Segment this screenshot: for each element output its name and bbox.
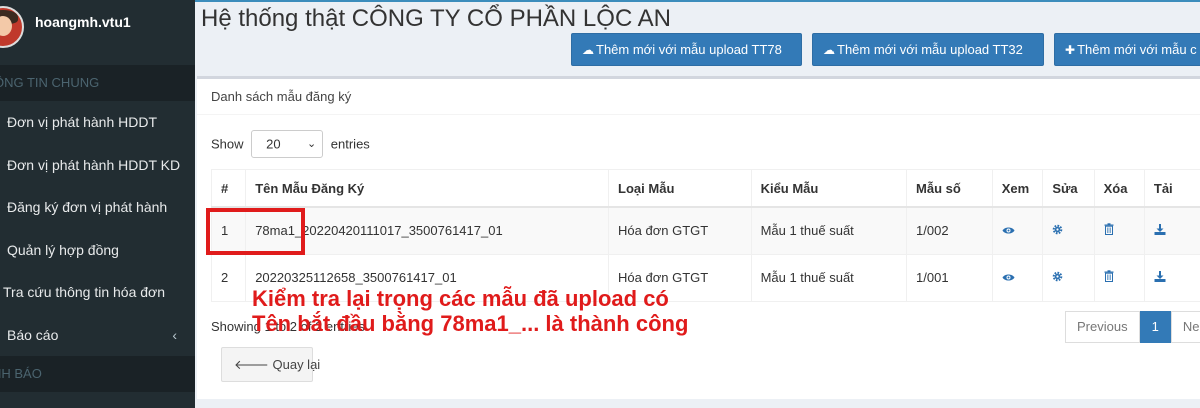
download-icon[interactable]	[1154, 224, 1166, 238]
col-header-tai: Tải	[1143, 169, 1200, 208]
cell-mau-so: 1/002	[906, 206, 993, 255]
button-label: Thêm mới với mẫu upload TT78	[596, 42, 782, 57]
col-header-loai[interactable]: Loại Mẫu	[608, 169, 752, 208]
cell-tai	[1143, 206, 1200, 255]
sidebar-item-label: Đăng ký đơn vị phát hành	[7, 199, 168, 215]
button-label: Thêm mới với mẫu c	[1077, 42, 1197, 57]
col-header-kieu[interactable]: Kiểu Mẫu	[750, 169, 908, 208]
cell-kieu: Mẫu 1 thuế suất	[750, 253, 908, 302]
annotation-text: Kiểm tra lại trọng các mẫu đã upload có …	[252, 286, 688, 336]
plus-icon: ✚	[1065, 43, 1076, 57]
sidebar-item-hop-dong[interactable]: Quản lý hợp đồng	[0, 229, 195, 272]
eye-icon[interactable]	[1002, 271, 1015, 285]
sidebar: hoangmh.vtu1 ÔNG TIN CHUNG Đơn vị phát h…	[0, 0, 195, 408]
cell-xoa	[1093, 206, 1145, 255]
cell-tai	[1143, 253, 1200, 302]
cell-kieu: Mẫu 1 thuế suất	[750, 206, 908, 255]
sidebar-item-don-vi-phat-hanh[interactable]: Đơn vị phát hành HDDT	[0, 101, 195, 144]
main-content: Hệ thống thật CÔNG TY CỔ PHẦN LỘC AN ☁ Th…	[195, 0, 1200, 408]
cell-sua	[1042, 206, 1095, 255]
cell-xem	[991, 253, 1044, 302]
cell-no: 2	[210, 253, 247, 302]
upload-tt32-button[interactable]: ☁ Thêm mới với mẫu upload TT32	[812, 33, 1044, 66]
box-title: Danh sách mẫu đăng ký	[197, 79, 1200, 115]
cell-mau-so: 1/001	[906, 253, 993, 302]
cell-xem	[991, 206, 1044, 255]
cloud-upload-icon: ☁	[582, 43, 594, 57]
sidebar-section-general: ÔNG TIN CHUNG	[0, 65, 195, 101]
user-panel: hoangmh.vtu1	[0, 0, 195, 65]
top-border	[195, 0, 1200, 2]
table-header-row: # Tên Mẫu Đăng Ký Loại Mẫu Kiểu Mẫu Mẫu …	[210, 169, 1200, 208]
col-header-no[interactable]: #	[210, 169, 247, 208]
eye-icon[interactable]	[1002, 224, 1015, 238]
template-list-box: Danh sách mẫu đăng ký Show 20 ⌄ entries #…	[197, 76, 1200, 399]
previous-page-button[interactable]: Previous	[1065, 311, 1140, 343]
sidebar-item-label: Quản lý hợp đồng	[7, 241, 119, 258]
trash-icon[interactable]	[1104, 223, 1114, 238]
sidebar-item-label: Đơn vị phát hành HDDT	[7, 114, 158, 130]
annotation-line-2: Tên bắt đầu bằng 78ma1_... là thành công	[252, 311, 689, 336]
sidebar-item-bao-cao[interactable]: Báo cáo ‹	[0, 314, 195, 357]
sidebar-item-tra-cuu[interactable]: Tra cứu thông tin hóa đơn	[0, 271, 195, 314]
table-row: 1 78ma1_20220420111017_3500761417_01 Hóa…	[210, 206, 1200, 255]
sidebar-item-label: Tra cứu thông tin hóa đơn	[3, 284, 166, 300]
chevron-down-icon: ⌄	[306, 138, 317, 150]
sidebar-item-label: Báo cáo	[7, 326, 59, 343]
back-button-label: Quay lại	[272, 357, 321, 372]
upload-tt78-button[interactable]: ☁ Thêm mới với mẫu upload TT78	[571, 33, 802, 66]
back-button[interactable]: 🡐 Quay lại	[221, 347, 320, 382]
trash-icon[interactable]	[1104, 270, 1114, 285]
pagination: Previous 1 Ne	[1065, 311, 1200, 343]
gear-icon[interactable]	[1052, 271, 1063, 285]
username: hoangmh.vtu1	[35, 14, 131, 30]
cell-sua	[1042, 253, 1095, 302]
chevron-left-icon: ‹	[172, 326, 177, 343]
gear-icon[interactable]	[1052, 224, 1063, 238]
page-size-select[interactable]: 20 ⌄	[251, 130, 324, 158]
page-1-button[interactable]: 1	[1139, 311, 1171, 343]
col-header-xem: Xem	[991, 169, 1044, 208]
next-page-button[interactable]: Ne	[1170, 311, 1200, 343]
sidebar-section-warning: NH BÁO	[0, 356, 195, 392]
template-table: # Tên Mẫu Đăng Ký Loại Mẫu Kiểu Mẫu Mẫu …	[210, 169, 1200, 302]
page-size-control: Show 20 ⌄ entries	[211, 130, 370, 158]
col-header-mau-so[interactable]: Mẫu số	[906, 169, 993, 208]
button-label: Thêm mới với mẫu upload TT32	[837, 42, 1023, 57]
avatar[interactable]	[0, 6, 24, 48]
annotation-highlight-box	[206, 208, 305, 255]
sidebar-item-label: Đơn vị phát hành HDDT KD	[7, 156, 181, 173]
col-header-sua: Sửa	[1042, 169, 1095, 208]
page-size-value: 20	[266, 136, 281, 152]
annotation-line-1: Kiểm tra lại trọng các mẫu đã upload có	[252, 286, 669, 311]
download-icon[interactable]	[1154, 271, 1166, 285]
cloud-upload-icon: ☁	[823, 43, 835, 57]
cell-loai: Hóa đơn GTGT	[608, 206, 752, 255]
arrow-left-icon: 🡐	[234, 357, 269, 372]
sidebar-item-don-vi-phat-hanh-kd[interactable]: Đơn vị phát hành HDDT KD	[0, 144, 195, 187]
page-title: Hệ thống thật CÔNG TY CỔ PHẦN LỘC AN	[201, 5, 671, 32]
entries-label: entries	[330, 136, 370, 152]
show-label: Show	[211, 136, 244, 152]
add-new-button[interactable]: ✚ Thêm mới với mẫu c	[1054, 33, 1200, 66]
cell-xoa	[1093, 253, 1145, 302]
sidebar-item-dang-ky[interactable]: Đăng ký đơn vị phát hành	[0, 186, 195, 229]
col-header-name[interactable]: Tên Mẫu Đăng Ký	[245, 169, 610, 208]
col-header-xoa: Xóa	[1093, 169, 1145, 208]
